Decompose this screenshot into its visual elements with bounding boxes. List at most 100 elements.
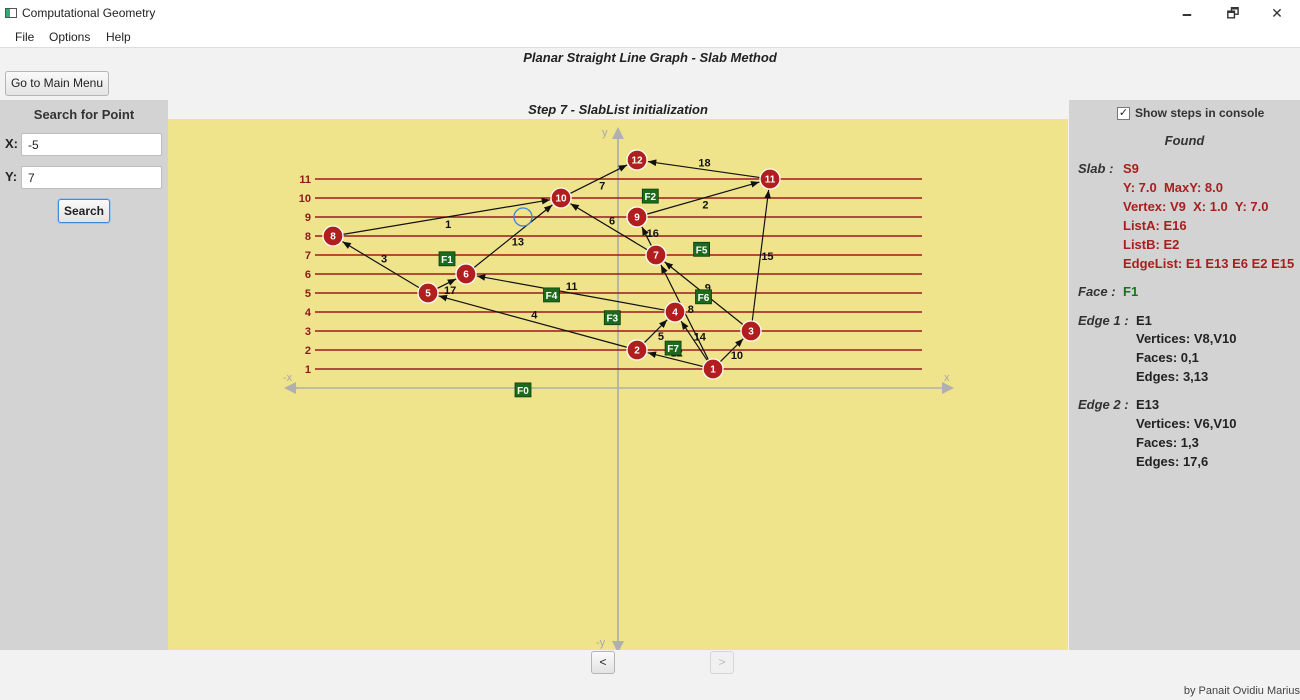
face-label: F5 <box>696 245 708 256</box>
menu-help[interactable]: Help <box>106 30 131 44</box>
search-panel-title: Search for Point <box>33 107 135 122</box>
edge-label: 5 <box>658 331 664 343</box>
slab-y-range: Y: 7.0 MaxY: 8.0 <box>1123 180 1223 195</box>
edge1-id: E1 <box>1136 313 1152 328</box>
window-title: Computational Geometry <box>22 6 156 20</box>
face-value: F1 <box>1123 284 1139 299</box>
vertex-label: 1 <box>710 365 716 376</box>
slab-list-a: ListA: E16 <box>1123 218 1187 233</box>
slab-label: 11 <box>299 174 311 186</box>
face-label: F1 <box>441 255 453 266</box>
slab-label: 5 <box>305 288 311 300</box>
slab-id: S9 <box>1123 161 1139 176</box>
result-panel: ✓ Show steps in console Found Slab : S9 … <box>1069 100 1300 650</box>
graph-svg: x-xy-y 1234567891011 1234567891011121314… <box>283 127 954 650</box>
menu-options[interactable]: Options <box>49 30 90 44</box>
face-label: F4 <box>546 291 558 302</box>
edge-label: 17 <box>444 285 456 297</box>
vertex-label: 12 <box>631 156 643 167</box>
edge1-vertices: Vertices: V8,V10 <box>1136 331 1237 346</box>
edge-label: 4 <box>531 310 538 322</box>
edge2-edges: Edges: 17,6 <box>1136 454 1209 469</box>
edge-label: 2 <box>702 200 708 212</box>
edge-label: 11 <box>566 281 578 293</box>
neg-y-axis-label: -y <box>596 637 606 649</box>
x-input[interactable] <box>21 133 162 156</box>
face-label: F6 <box>698 293 710 304</box>
author-credit: by Panait Ovidiu Marius <box>1183 685 1300 697</box>
app-icon <box>5 8 17 18</box>
edge2-faces: Faces: 1,3 <box>1136 435 1199 450</box>
y-label: Y: <box>5 169 18 184</box>
show-steps-label[interactable]: Show steps in console <box>1135 106 1264 120</box>
edge-label: 3 <box>381 253 387 265</box>
edge-label: 15 <box>761 251 773 263</box>
neg-x-axis-label: -x <box>283 372 293 384</box>
edge-label: 18 <box>698 158 710 170</box>
face-label: F7 <box>667 344 679 355</box>
edge-label: 1 <box>445 219 451 231</box>
face-label: F2 <box>644 192 656 203</box>
face-label: F0 <box>517 386 529 397</box>
edge2-vertices: Vertices: V6,V10 <box>1136 416 1237 431</box>
edge-label: 16 <box>647 228 659 240</box>
edge-label: 13 <box>512 236 524 248</box>
edge2-id: E13 <box>1136 397 1160 412</box>
edge-label: 7 <box>599 180 605 192</box>
slab-edge-list: EdgeList: E1 E13 E6 E2 E15 <box>1123 256 1295 271</box>
slab-label: 1 <box>305 364 311 376</box>
menu-file[interactable]: File <box>15 30 34 44</box>
vertex-label: 6 <box>463 270 469 281</box>
minimize-button[interactable]: 🗕 <box>1164 0 1210 28</box>
slab-label: 8 <box>305 231 311 243</box>
slab-label: 3 <box>305 326 311 338</box>
x-axis-label: x <box>944 372 950 384</box>
edge-label: 14 <box>694 332 707 344</box>
slab-label: 7 <box>305 250 311 262</box>
vertex-label: 2 <box>634 346 640 357</box>
title-bar: Computational Geometry 🗕 🗗 ✕ <box>0 0 1300 28</box>
edge1-faces: Faces: 0,1 <box>1136 350 1199 365</box>
x-label: X: <box>5 136 18 151</box>
page-title: Planar Straight Line Graph - Slab Method <box>523 50 777 65</box>
step-title: Step 7 - SlabList initialization <box>528 102 708 117</box>
slab-label: Slab : <box>1078 161 1114 176</box>
vertex-label: 9 <box>634 213 640 224</box>
search-button[interactable]: Search <box>58 199 110 223</box>
maximize-button[interactable]: 🗗 <box>1210 0 1256 28</box>
prev-step-button[interactable]: < <box>591 651 615 674</box>
edge-label: 6 <box>609 215 615 227</box>
slab-vertex: Vertex: V9 X: 1.0 Y: 7.0 <box>1123 199 1269 214</box>
vertex-label: 7 <box>653 251 659 262</box>
slab-list-b: ListB: E2 <box>1123 237 1180 252</box>
close-button[interactable]: ✕ <box>1254 0 1300 28</box>
vertex-label: 5 <box>425 289 431 300</box>
edge1-label: Edge 1 : <box>1078 313 1129 328</box>
vertex-label: 3 <box>748 327 754 338</box>
slab-label: 9 <box>305 212 311 224</box>
edge-label: 10 <box>731 350 743 362</box>
slab-label: 4 <box>305 307 312 319</box>
vertex-label: 8 <box>330 232 336 243</box>
main-menu-button[interactable]: Go to Main Menu <box>5 71 109 96</box>
slab-label: 2 <box>305 345 311 357</box>
vertex-label: 10 <box>555 194 567 205</box>
show-steps-checkbox[interactable]: ✓ <box>1117 107 1130 120</box>
search-panel: Search for Point X: Y: Search <box>0 100 168 650</box>
edge1-edges: Edges: 3,13 <box>1136 369 1209 384</box>
graph-canvas[interactable]: x-xy-y 1234567891011 1234567891011121314… <box>168 119 1068 650</box>
vertex-label: 11 <box>765 175 776 186</box>
found-title: Found <box>1164 133 1205 148</box>
face-label: F3 <box>606 314 618 325</box>
next-step-button[interactable]: > <box>710 651 734 674</box>
y-axis-label: y <box>602 127 608 139</box>
edge-label: 8 <box>688 304 694 316</box>
vertex-label: 4 <box>672 308 678 319</box>
slab-label: 10 <box>299 193 311 205</box>
y-input[interactable] <box>21 166 162 189</box>
slab-label: 6 <box>305 269 311 281</box>
menu-bar: File Options Help <box>0 28 1300 48</box>
edge2-label: Edge 2 : <box>1078 397 1129 412</box>
face-label: Face : <box>1078 284 1116 299</box>
app-window: Computational Geometry 🗕 🗗 ✕ File Option… <box>0 0 1300 700</box>
